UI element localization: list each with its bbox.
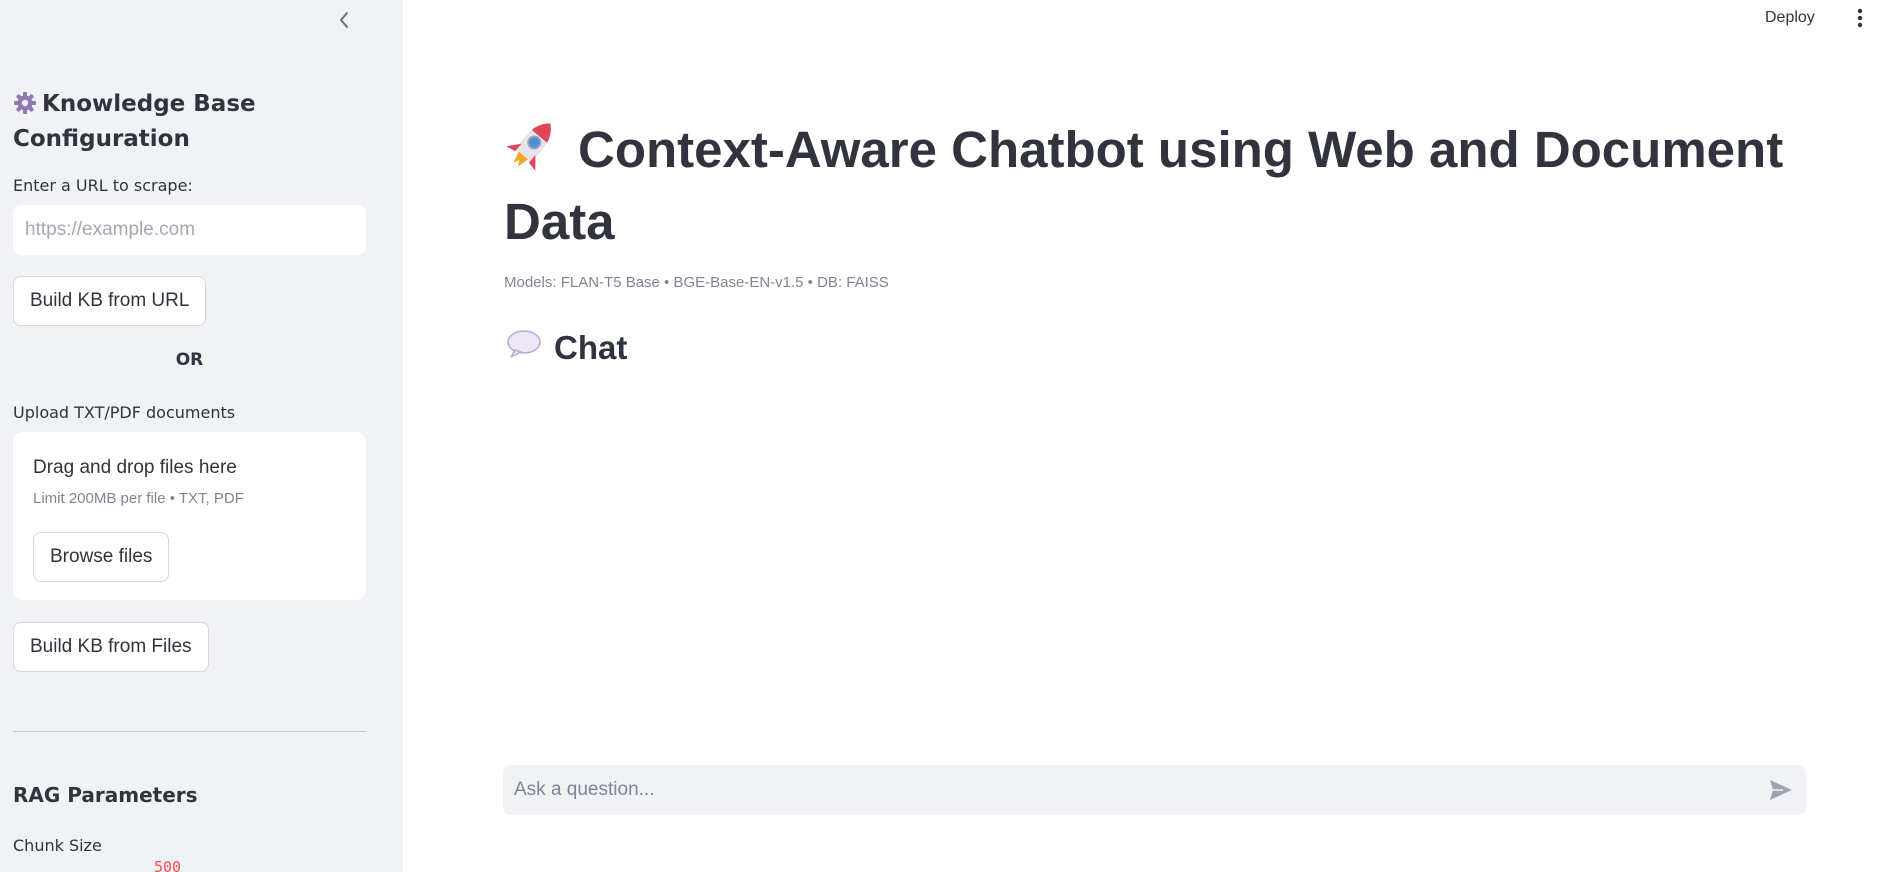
- collapse-sidebar-button[interactable]: [332, 6, 356, 34]
- page-title: Context-Aware Chatbot using Web and Docu…: [504, 115, 1834, 255]
- sidebar-title: Knowledge Base Configuration: [13, 89, 366, 155]
- sidebar-divider: [13, 731, 366, 732]
- chunk-size-label: Chunk Size: [13, 836, 102, 855]
- deploy-button[interactable]: Deploy: [1765, 6, 1815, 30]
- gear-icon: [13, 91, 37, 124]
- url-input[interactable]: [13, 205, 366, 255]
- speech-bubble-icon: [506, 329, 542, 367]
- chat-heading: Chat: [506, 326, 627, 370]
- build-kb-from-files-button[interactable]: Build KB from Files: [13, 622, 209, 672]
- dropzone-limit: Limit 200MB per file • TXT, PDF: [33, 490, 244, 507]
- sidebar: Knowledge Base Configuration Enter a URL…: [0, 0, 403, 872]
- sidebar-title-text: Knowledge Base Configuration: [13, 91, 256, 152]
- url-label: Enter a URL to scrape:: [13, 176, 193, 195]
- page-title-text: Context-Aware Chatbot using Web and Docu…: [504, 121, 1784, 250]
- or-divider-text: OR: [175, 350, 204, 370]
- more-vertical-icon: [1857, 8, 1863, 28]
- main-menu-button[interactable]: [1850, 6, 1870, 30]
- rocket-icon: [504, 115, 562, 189]
- dropzone-title: Drag and drop files here: [33, 457, 237, 478]
- browse-files-button[interactable]: Browse files: [33, 532, 170, 582]
- build-kb-from-url-button[interactable]: Build KB from URL: [13, 276, 207, 326]
- upload-label: Upload TXT/PDF documents: [13, 403, 236, 422]
- send-button[interactable]: [1768, 777, 1794, 803]
- file-dropzone[interactable]: Drag and drop files here Limit 200MB per…: [13, 432, 366, 600]
- app-root: Knowledge Base Configuration Enter a URL…: [0, 0, 1890, 872]
- chunk-size-value: 500: [154, 858, 182, 872]
- models-caption: Models: FLAN-T5 Base • BGE-Base-EN-v1.5 …: [504, 274, 889, 291]
- chevron-left-icon: [340, 12, 348, 28]
- chat-heading-text: Chat: [554, 329, 628, 366]
- send-icon: [1770, 780, 1792, 800]
- rag-parameters-heading: RAG Parameters: [13, 783, 198, 807]
- chat-input[interactable]: [503, 765, 1743, 815]
- chat-input-container: [503, 765, 1806, 815]
